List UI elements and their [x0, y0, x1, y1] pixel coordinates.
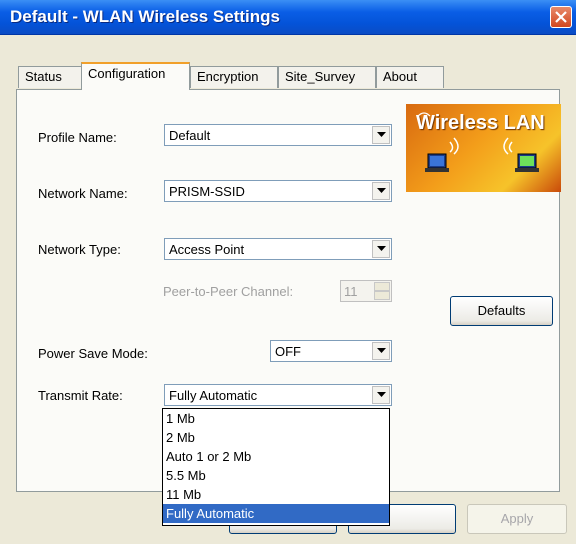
tab-site-survey[interactable]: Site_Survey	[278, 66, 376, 88]
list-item-selected[interactable]: Fully Automatic	[163, 504, 389, 523]
network-type-label: Network Type:	[38, 242, 121, 257]
close-icon	[555, 11, 567, 23]
chevron-down-icon[interactable]	[372, 386, 390, 404]
tab-status[interactable]: Status	[18, 66, 82, 88]
peer-channel-spinner[interactable]: 11	[340, 280, 392, 302]
profile-name-select[interactable]: Default	[164, 124, 392, 146]
network-name-select[interactable]: PRISM-SSID	[164, 180, 392, 202]
tab-encryption[interactable]: Encryption	[190, 66, 278, 88]
apply-button[interactable]: Apply	[467, 504, 567, 534]
wireless-lan-logo: Wireless LAN	[406, 104, 561, 192]
chevron-down-icon[interactable]	[372, 126, 390, 144]
list-item[interactable]: 1 Mb	[163, 409, 389, 428]
chevron-down-icon[interactable]	[372, 342, 390, 360]
transmit-rate-options[interactable]: 1 Mb 2 Mb Auto 1 or 2 Mb 5.5 Mb 11 Mb Fu…	[162, 408, 390, 526]
defaults-button[interactable]: Defaults	[450, 296, 553, 326]
network-type-select[interactable]: Access Point	[164, 238, 392, 260]
power-save-select[interactable]: OFF	[270, 340, 392, 362]
close-button[interactable]	[550, 6, 572, 28]
list-item[interactable]: Auto 1 or 2 Mb	[163, 447, 389, 466]
title-bar[interactable]: Default - WLAN Wireless Settings	[0, 0, 576, 35]
transmit-rate-label: Transmit Rate:	[38, 388, 123, 403]
transmit-rate-select[interactable]: Fully Automatic	[164, 384, 392, 406]
laptop-icons	[417, 112, 539, 172]
spin-up-icon[interactable]	[374, 282, 390, 291]
settings-window: Default - WLAN Wireless Settings Status …	[0, 0, 576, 544]
list-item[interactable]: 5.5 Mb	[163, 466, 389, 485]
tab-configuration[interactable]: Configuration	[81, 62, 190, 90]
power-save-label: Power Save Mode:	[38, 346, 148, 361]
window-title: Default - WLAN Wireless Settings	[10, 7, 280, 26]
list-item[interactable]: 11 Mb	[163, 485, 389, 504]
peer-channel-label: Peer-to-Peer Channel:	[163, 284, 294, 299]
spin-down-icon[interactable]	[374, 291, 390, 300]
network-name-label: Network Name:	[38, 186, 128, 201]
profile-name-label: Profile Name:	[38, 130, 117, 145]
tab-about[interactable]: About	[376, 66, 444, 88]
list-item[interactable]: 2 Mb	[163, 428, 389, 447]
chevron-down-icon[interactable]	[372, 240, 390, 258]
chevron-down-icon[interactable]	[372, 182, 390, 200]
